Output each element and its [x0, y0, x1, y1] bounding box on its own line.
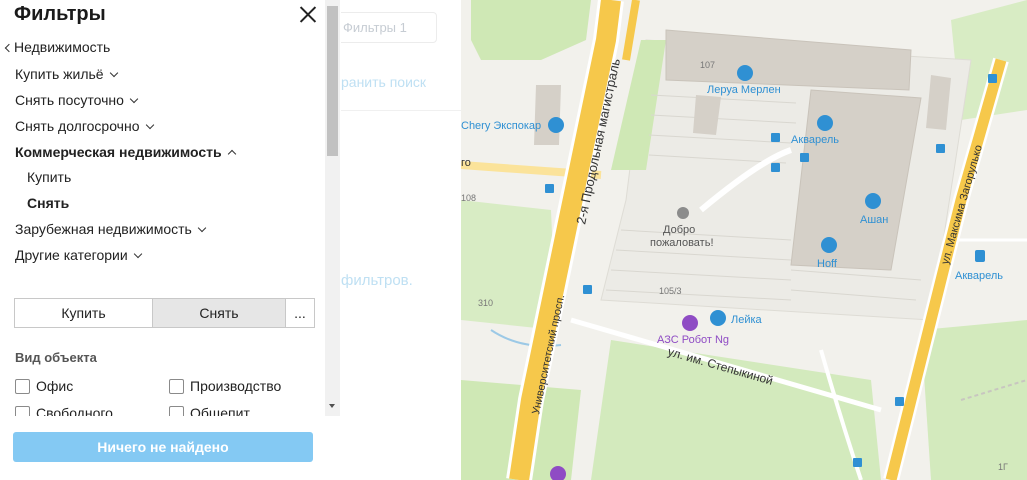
map-canvas: 2-я Продольная магистраль Университетски…	[461, 0, 1027, 480]
bus-stop-icon	[771, 133, 780, 142]
category-label: Снять долгосрочно	[15, 118, 140, 134]
close-icon[interactable]	[297, 4, 319, 26]
category-label: Другие категории	[15, 247, 128, 263]
subcategory-label: Купить	[27, 169, 72, 185]
house-number: 108	[461, 193, 476, 203]
house-number: 105/3	[659, 286, 682, 296]
checkbox[interactable]	[169, 405, 184, 416]
checkbox-catering[interactable]: Общепит	[169, 405, 250, 416]
subcategory-buy[interactable]: Купить	[27, 168, 71, 186]
object-type-heading: Вид объекта	[15, 350, 97, 365]
save-search-link[interactable]: ранить поиск	[341, 74, 426, 90]
chevron-down-icon	[129, 94, 139, 104]
bus-stop-icon	[800, 153, 809, 162]
scroll-down-arrow-icon[interactable]	[329, 404, 335, 408]
scrollbar-thumb[interactable]	[327, 6, 338, 156]
category-buy-housing[interactable]: Купить жильё	[15, 65, 118, 83]
category-label: Зарубежная недвижимость	[15, 221, 192, 237]
chevron-down-icon	[197, 223, 207, 233]
monument-icon	[677, 207, 689, 219]
segment-rent-button[interactable]: Снять	[152, 298, 286, 328]
category-foreign[interactable]: Зарубежная недвижимость	[15, 220, 207, 238]
checkbox-label: Свободного	[36, 405, 113, 416]
filters-button-label: Фильтры 1	[343, 20, 407, 35]
car-service-icon	[548, 117, 564, 133]
poi-label: Акварель	[955, 270, 1003, 282]
chevron-down-icon	[145, 120, 154, 130]
map[interactable]: 2-я Продольная магистраль Университетски…	[461, 0, 1027, 480]
checkbox[interactable]	[15, 405, 30, 416]
shop-icon	[865, 193, 881, 209]
checkbox-free[interactable]: Свободного	[15, 405, 113, 416]
show-results-button[interactable]: Ничего не найдено	[13, 432, 313, 462]
checkbox-label: Офис	[36, 378, 74, 394]
category-commercial[interactable]: Коммерческая недвижимость	[15, 143, 236, 161]
chevron-up-icon	[227, 149, 236, 159]
subcategory-label: Снять	[27, 195, 70, 211]
building	[534, 85, 561, 145]
subcategory-rent[interactable]: Снять	[27, 194, 69, 212]
back-to-real-estate[interactable]: Недвижимость	[4, 38, 110, 56]
category-label: Купить жильё	[15, 66, 104, 82]
results-area	[341, 0, 461, 480]
poi-label: Леруа Мерлен	[707, 84, 781, 96]
checkbox[interactable]	[15, 378, 30, 394]
poi-label: пожаловать!	[650, 237, 714, 249]
segment-buy-button[interactable]: Купить	[14, 298, 153, 328]
bus-stop-icon	[988, 74, 997, 83]
empty-hint-text: фильтров.	[341, 272, 413, 289]
poi-label: Ашан	[860, 214, 888, 226]
divider	[341, 110, 461, 111]
chevron-down-icon	[109, 68, 118, 78]
checkbox[interactable]	[169, 378, 184, 394]
filters-scroll-area[interactable]: Фильтры Недвижимость Купить жильё Снять …	[0, 0, 341, 416]
house-number: 107	[700, 60, 715, 70]
category-label: Коммерческая недвижимость	[15, 144, 222, 160]
shop-icon	[821, 237, 837, 253]
car-service-icon	[710, 310, 726, 326]
house-number: 1Г	[998, 462, 1008, 472]
checkbox-label: Общепит	[190, 405, 250, 416]
category-rent-long[interactable]: Снять долгосрочно	[15, 117, 154, 135]
park-area	[921, 320, 1027, 480]
bus-stop-icon	[895, 397, 904, 406]
back-label: Недвижимость	[14, 39, 111, 55]
shop-icon	[737, 65, 753, 81]
poi-label: Акварель	[791, 134, 839, 146]
bus-stop-icon	[545, 184, 554, 193]
poi-label: Лейка	[731, 314, 763, 326]
fuel-icon	[682, 315, 698, 331]
segment-more-button[interactable]: ...	[285, 298, 315, 328]
chevron-down-icon	[133, 249, 142, 259]
bus-stop-icon	[583, 285, 592, 294]
poi-label: АЗС Робот Ng	[657, 334, 729, 346]
category-rent-daily[interactable]: Снять посуточно	[15, 91, 139, 109]
category-label: Снять посуточно	[15, 92, 124, 108]
checkbox-production[interactable]: Производство	[169, 378, 281, 394]
poi-label: Добро	[663, 224, 695, 236]
bus-stop-icon	[771, 163, 780, 172]
filters-panel: Фильтры Недвижимость Купить жильё Снять …	[0, 0, 341, 480]
bus-stop-icon	[936, 144, 945, 153]
house-number: 310	[478, 298, 493, 308]
poi-label: Chery Экспокар	[461, 120, 541, 132]
shop-icon	[817, 115, 833, 131]
panel-title: Фильтры	[14, 3, 106, 25]
poi-label: Hoff	[817, 258, 838, 270]
bus-stop-icon	[853, 458, 862, 467]
bus-stop-icon	[975, 250, 985, 262]
chevron-left-icon	[4, 43, 14, 53]
checkbox-office[interactable]: Офис	[15, 378, 73, 394]
checkbox-label: Производство	[190, 378, 282, 394]
road-label: го	[461, 157, 471, 169]
category-other[interactable]: Другие категории	[15, 246, 142, 264]
